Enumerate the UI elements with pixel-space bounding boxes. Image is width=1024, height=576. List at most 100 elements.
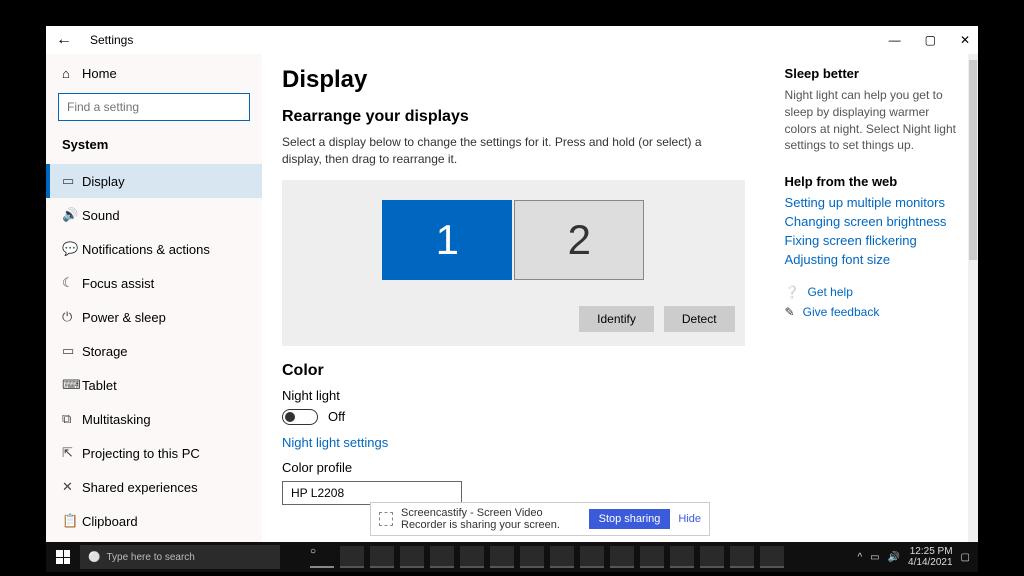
sidebar-item-tablet[interactable]: ⌨Tablet xyxy=(46,368,262,402)
taskbar-app[interactable] xyxy=(460,546,484,568)
identify-button[interactable]: Identify xyxy=(579,306,654,332)
section-header: System xyxy=(46,131,262,158)
nav-icon: 🔊 xyxy=(62,207,82,223)
color-heading: Color xyxy=(282,362,745,380)
nav-icon: ☾ xyxy=(62,275,82,291)
taskbar-app[interactable] xyxy=(700,546,724,568)
notification-text: Screencastify - Screen Video Recorder is… xyxy=(401,507,581,531)
taskbar-app[interactable] xyxy=(520,546,544,568)
info-sidebar: Sleep better Night light can help you ge… xyxy=(785,66,958,546)
sleep-better-title: Sleep better xyxy=(785,66,958,81)
titlebar: ← Settings — ▢ ✕ xyxy=(46,26,978,54)
help-link[interactable]: Adjusting font size xyxy=(785,252,958,267)
help-link[interactable]: Changing screen brightness xyxy=(785,214,958,229)
help-link[interactable]: Fixing screen flickering xyxy=(785,233,958,248)
windows-icon xyxy=(56,550,70,564)
taskbar-app[interactable] xyxy=(670,546,694,568)
taskbar-app[interactable] xyxy=(760,546,784,568)
rearrange-desc: Select a display below to change the set… xyxy=(282,134,745,168)
taskbar-app[interactable] xyxy=(370,546,394,568)
taskbar-app[interactable] xyxy=(580,546,604,568)
sidebar-item-multitasking[interactable]: ⧉Multitasking xyxy=(46,402,262,436)
start-button[interactable] xyxy=(46,542,80,572)
window-title: Settings xyxy=(90,33,133,47)
sidebar-item-label: Clipboard xyxy=(82,514,138,529)
nav-icon: 📋 xyxy=(62,513,82,529)
screencastify-icon xyxy=(379,512,393,526)
sidebar-item-label: Focus assist xyxy=(82,276,154,291)
nav-icon: ✕ xyxy=(62,479,82,495)
monitor-1[interactable]: 1 xyxy=(382,200,512,280)
sidebar-item-shared-experiences[interactable]: ✕Shared experiences xyxy=(46,470,262,504)
system-tray: ^ ▭ 🔊 12:25 PM 4/14/2021 ▢ xyxy=(857,546,978,568)
page-title: Display xyxy=(282,66,745,94)
maximize-button[interactable]: ▢ xyxy=(925,33,936,47)
sidebar-item-label: Display xyxy=(82,174,125,189)
taskbar-apps: ○ xyxy=(310,546,784,568)
sidebar-item-display[interactable]: ▭Display xyxy=(46,164,262,198)
taskbar: ⚪ Type here to search ○ ^ ▭ 🔊 12:25 PM 4… xyxy=(46,542,978,572)
hide-notification-button[interactable]: Hide xyxy=(678,513,701,525)
taskbar-app[interactable] xyxy=(610,546,634,568)
sidebar-item-label: Sound xyxy=(82,208,120,223)
sidebar-item-label: Power & sleep xyxy=(82,310,166,325)
nav-icon: ⏻ xyxy=(62,309,82,325)
nav-icon: ⧉ xyxy=(62,411,82,427)
taskbar-search[interactable]: ⚪ Type here to search xyxy=(80,545,280,569)
sidebar-item-focus-assist[interactable]: ☾Focus assist xyxy=(46,266,262,300)
tray-volume-icon[interactable]: 🔊 xyxy=(888,552,900,563)
back-button[interactable]: ← xyxy=(54,31,74,49)
sleep-better-desc: Night light can help you get to sleep by… xyxy=(785,87,958,154)
sidebar: ⌂ Home System ▭Display🔊Sound💬Notificatio… xyxy=(46,54,262,546)
taskbar-app[interactable] xyxy=(550,546,574,568)
color-profile-select[interactable]: HP L2208 xyxy=(282,481,462,505)
home-icon: ⌂ xyxy=(62,66,82,81)
sidebar-item-sound[interactable]: 🔊Sound xyxy=(46,198,262,232)
nav-icon: ⌨ xyxy=(62,377,82,393)
sidebar-item-clipboard[interactable]: 📋Clipboard xyxy=(46,504,262,538)
taskbar-app[interactable]: ○ xyxy=(310,546,334,568)
color-profile-label: Color profile xyxy=(282,460,745,475)
nav-icon: ▭ xyxy=(62,343,82,359)
taskbar-app[interactable] xyxy=(640,546,664,568)
detect-button[interactable]: Detect xyxy=(664,306,735,332)
clock[interactable]: 12:25 PM 4/14/2021 xyxy=(908,546,953,568)
sidebar-item-storage[interactable]: ▭Storage xyxy=(46,334,262,368)
taskbar-app[interactable] xyxy=(490,546,514,568)
nav-icon: ▭ xyxy=(62,173,82,189)
nav-icon: 💬 xyxy=(62,241,82,257)
scrollbar[interactable] xyxy=(968,54,978,546)
minimize-button[interactable]: — xyxy=(889,33,901,47)
feedback-icon: ✎ xyxy=(785,305,795,319)
taskbar-app[interactable] xyxy=(730,546,754,568)
stop-sharing-button[interactable]: Stop sharing xyxy=(589,509,671,529)
sidebar-item-label: Storage xyxy=(82,344,128,359)
help-web-title: Help from the web xyxy=(785,174,958,189)
taskbar-app[interactable] xyxy=(400,546,424,568)
display-arrangement: 1 2 Identify Detect xyxy=(282,180,745,346)
taskbar-app[interactable] xyxy=(430,546,454,568)
tray-chevron-icon[interactable]: ^ xyxy=(857,552,862,563)
sidebar-item-power-sleep[interactable]: ⏻Power & sleep xyxy=(46,300,262,334)
search-input[interactable] xyxy=(58,93,250,121)
content-area: Display Rearrange your displays Select a… xyxy=(282,66,745,546)
sidebar-item-label: Multitasking xyxy=(82,412,151,427)
get-help-link[interactable]: ❔ Get help xyxy=(785,285,958,299)
sidebar-item-label: Notifications & actions xyxy=(82,242,210,257)
give-feedback-link[interactable]: ✎ Give feedback xyxy=(785,305,958,319)
close-button[interactable]: ✕ xyxy=(960,33,970,47)
sidebar-item-projecting-to-this-pc[interactable]: ⇱Projecting to this PC xyxy=(46,436,262,470)
home-link[interactable]: ⌂ Home xyxy=(46,58,262,89)
tray-monitors-icon[interactable]: ▭ xyxy=(870,552,879,563)
help-link[interactable]: Setting up multiple monitors xyxy=(785,195,958,210)
rearrange-heading: Rearrange your displays xyxy=(282,108,745,126)
sidebar-item-label: Projecting to this PC xyxy=(82,446,200,461)
home-label: Home xyxy=(82,66,117,81)
sidebar-item-notifications-actions[interactable]: 💬Notifications & actions xyxy=(46,232,262,266)
monitor-2[interactable]: 2 xyxy=(514,200,644,280)
nav-icon: ⇱ xyxy=(62,445,82,461)
action-center-icon[interactable]: ▢ xyxy=(961,552,970,563)
night-light-settings-link[interactable]: Night light settings xyxy=(282,435,745,450)
taskbar-app[interactable] xyxy=(340,546,364,568)
night-light-toggle[interactable] xyxy=(282,409,318,425)
